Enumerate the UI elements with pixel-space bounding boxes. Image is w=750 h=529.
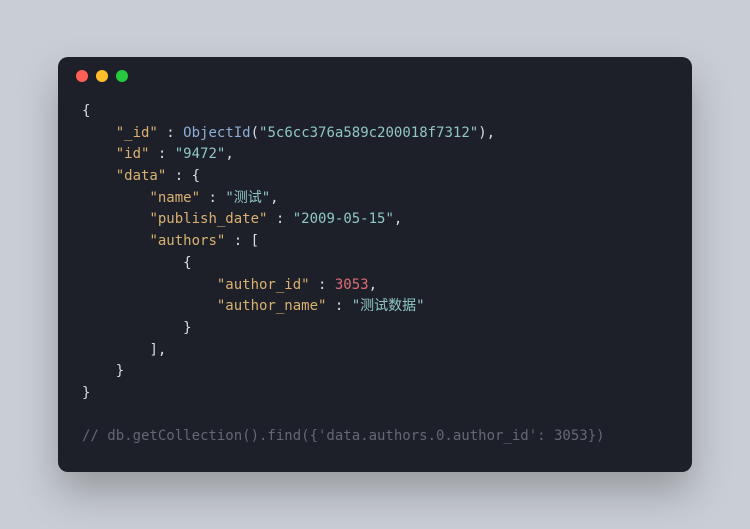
key-publish-date: "publish_date"	[149, 211, 267, 227]
window-titlebar	[58, 57, 692, 95]
key-data: "data"	[116, 168, 167, 184]
code-block: { "_id" : ObjectId("5c6cc376a589c200018f…	[58, 95, 692, 472]
val-name: "测试"	[225, 190, 270, 206]
brace-close-author: }	[183, 320, 191, 336]
close-icon[interactable]	[76, 70, 88, 82]
maximize-icon[interactable]	[116, 70, 128, 82]
key-id2: "id"	[116, 146, 150, 162]
brace-close: }	[82, 385, 90, 401]
minimize-icon[interactable]	[96, 70, 108, 82]
brace-open-author: {	[183, 255, 191, 271]
brace-close-data: }	[116, 363, 124, 379]
val-author-id: 3053	[335, 277, 369, 293]
val-objectid: "5c6cc376a589c200018f7312"	[259, 125, 478, 141]
bracket-close: ],	[149, 342, 166, 358]
key-name: "name"	[149, 190, 200, 206]
fn-objectid: ObjectId	[183, 125, 250, 141]
comment-line: // db.getCollection().find({'data.author…	[82, 428, 605, 444]
val-author-name: "测试数据"	[352, 298, 425, 314]
key-id: "_id"	[116, 125, 158, 141]
terminal-window: { "_id" : ObjectId("5c6cc376a589c200018f…	[58, 57, 692, 472]
val-publish-date: "2009-05-15"	[293, 211, 394, 227]
key-author-name: "author_name"	[217, 298, 327, 314]
key-author-id: "author_id"	[217, 277, 310, 293]
key-authors: "authors"	[149, 233, 225, 249]
brace-open: {	[82, 103, 90, 119]
val-id: "9472"	[175, 146, 226, 162]
